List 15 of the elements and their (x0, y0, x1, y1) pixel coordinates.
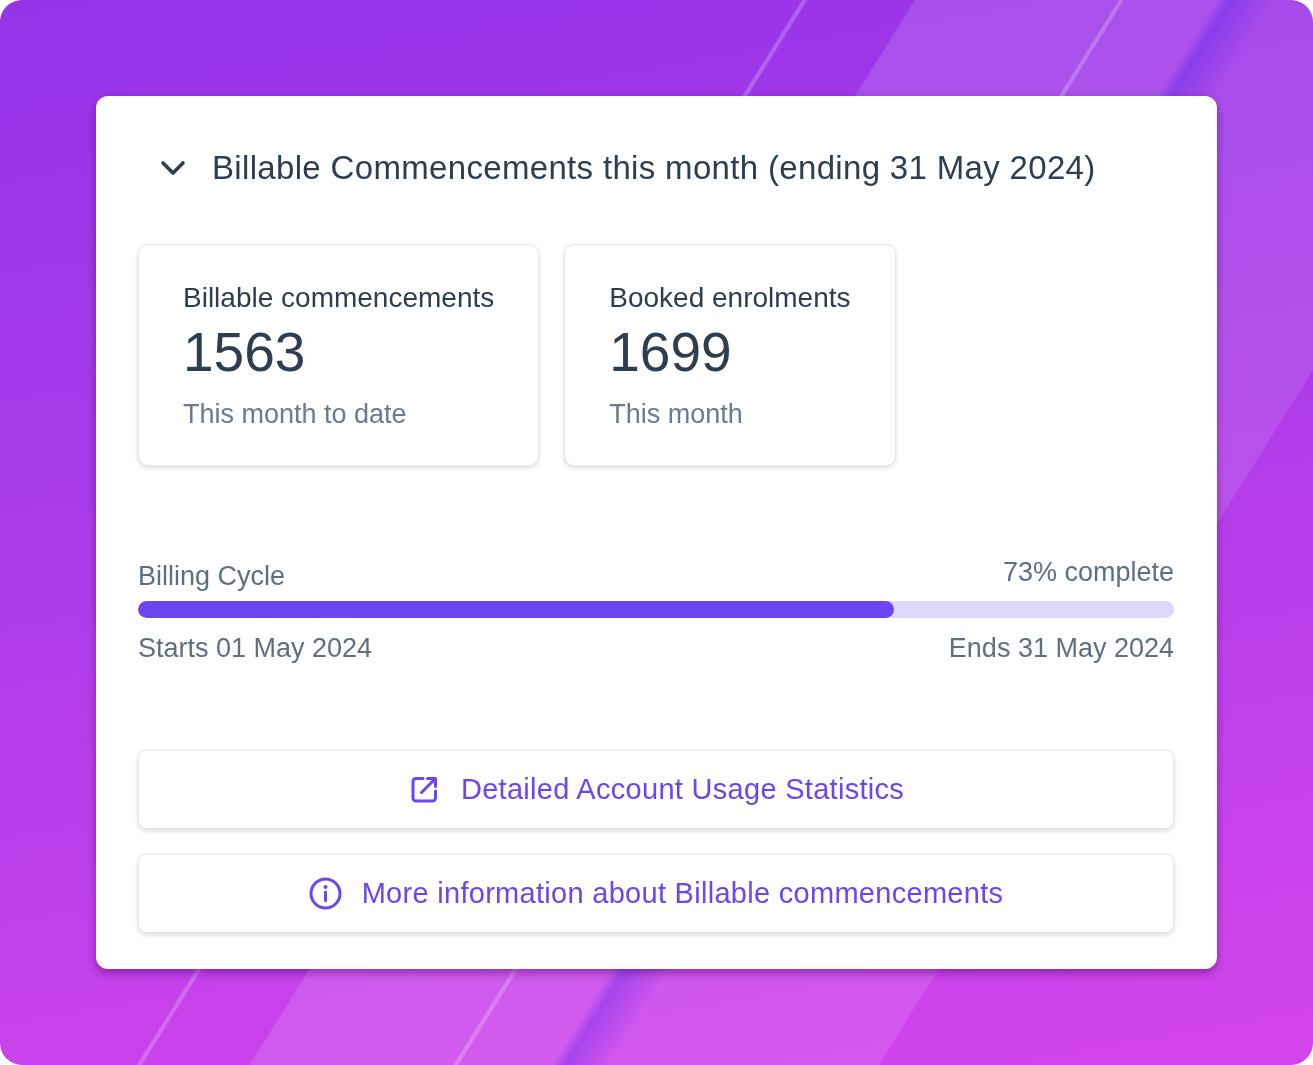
stat-caption: This month (609, 398, 744, 431)
more-information-button[interactable]: More information about Billable commencements (138, 854, 1174, 933)
chevron-down-icon[interactable] (160, 160, 186, 176)
stat-caption: This month to date (183, 398, 408, 431)
info-icon (308, 877, 342, 910)
billing-cycle-label: Billing Cycle (138, 560, 286, 592)
section-title: Billable Commencements this month (ending 31 May 2024) (212, 148, 1096, 188)
stat-label: Booked enrolments (609, 281, 851, 315)
stat-value: 1563 (183, 320, 307, 384)
completion-reading: 73% complete (1002, 556, 1174, 588)
usage-statistics-button[interactable]: Detailed Account Usage Statistics (138, 750, 1174, 829)
end-date: Ends 31 May 2024 (948, 632, 1174, 664)
start-date: Starts 01 May 2024 (138, 632, 373, 664)
stat-label: Billable commencements (183, 281, 495, 315)
stat-value: 1699 (609, 320, 733, 384)
